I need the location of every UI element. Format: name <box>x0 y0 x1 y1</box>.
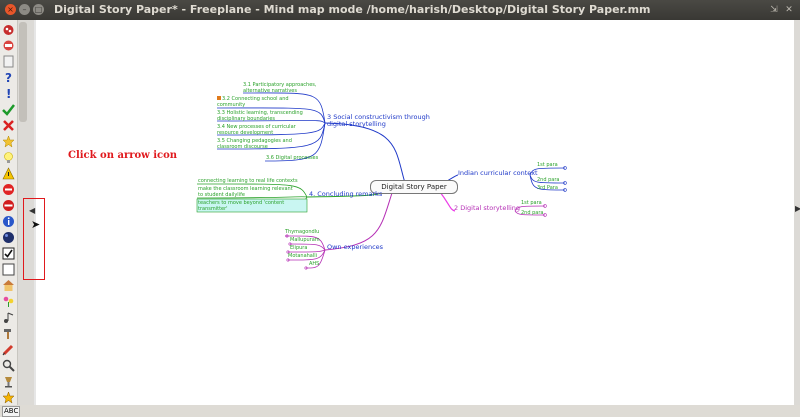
social-child-3-3[interactable]: 3.3 Holistic learning, transcending disc… <box>217 110 303 122</box>
concluding-child-2[interactable]: make the classroom learning relevant to … <box>198 186 293 198</box>
child-line: resource development <box>217 130 274 136</box>
indian-child-1st-para[interactable]: 1st para <box>537 162 558 168</box>
child-line: disciplinary boundaries <box>217 116 276 122</box>
branch-concluding-remarks[interactable]: 4. Concluding remarks <box>309 191 382 198</box>
child-line: community <box>217 102 246 108</box>
branch-own-experiences[interactable]: Own experiences <box>327 244 383 251</box>
annotation-text: Click on arrow icon <box>68 150 178 161</box>
child-line: alternative narratives <box>243 88 297 94</box>
concluding-child-3[interactable]: teachers to move beyond 'content transmi… <box>198 200 284 212</box>
pencil-icon <box>217 96 221 100</box>
indian-child-2nd-para[interactable]: 2nd para <box>537 177 559 183</box>
social-child-3-1[interactable]: 3.1 Participatory approaches, alternativ… <box>243 82 316 94</box>
social-child-3-5[interactable]: 3.5 Changing pedagogies and classroom di… <box>217 138 292 150</box>
digital-child-2nd-para[interactable]: 2nd para <box>521 210 543 216</box>
branch-digital-storytelling[interactable]: 2 Digital storytelling <box>454 205 520 212</box>
child-line: classroom discourse <box>217 144 268 150</box>
social-child-3-6[interactable]: 3.6 Digital processes <box>266 155 318 161</box>
own-child-ahs[interactable]: AHS <box>309 261 319 267</box>
own-child-elipura[interactable]: Elipura <box>290 245 307 251</box>
social-child-3-4[interactable]: 3.4 New processes of curricular resource… <box>217 124 296 136</box>
mouse-cursor-icon: ➤ <box>31 218 41 231</box>
concluding-child-1[interactable]: connecting learning to real life context… <box>198 178 298 184</box>
branch-social-constructivism[interactable]: 3 Social constructivism through digital … <box>327 114 430 128</box>
child-line: to student dailylife <box>198 192 245 198</box>
social-child-3-2[interactable]: 3.2 Connecting school and community <box>217 96 289 108</box>
digital-child-1st-para[interactable]: 1st para <box>521 200 542 206</box>
annotation-highlight-box <box>23 198 45 280</box>
spellcheck-indicator[interactable]: ABC <box>2 406 21 417</box>
status-bar: ABC <box>0 405 800 417</box>
child-line: transmitter' <box>198 206 228 212</box>
own-child-thymagondlu[interactable]: Thymagondlu <box>285 229 319 235</box>
branch-indian-curricular-context[interactable]: Indian curricular context <box>458 170 538 177</box>
own-child-motanahalli[interactable]: Motanahalli <box>288 253 317 259</box>
root-node[interactable]: Digital Story Paper <box>370 180 458 194</box>
own-child-mallupuram[interactable]: Mallupuram <box>290 237 320 243</box>
branch-social-line2: digital storytelling <box>327 120 386 128</box>
mindmap-connectors <box>196 92 567 270</box>
indian-child-3rd-para[interactable]: 3rd Para <box>537 185 558 191</box>
